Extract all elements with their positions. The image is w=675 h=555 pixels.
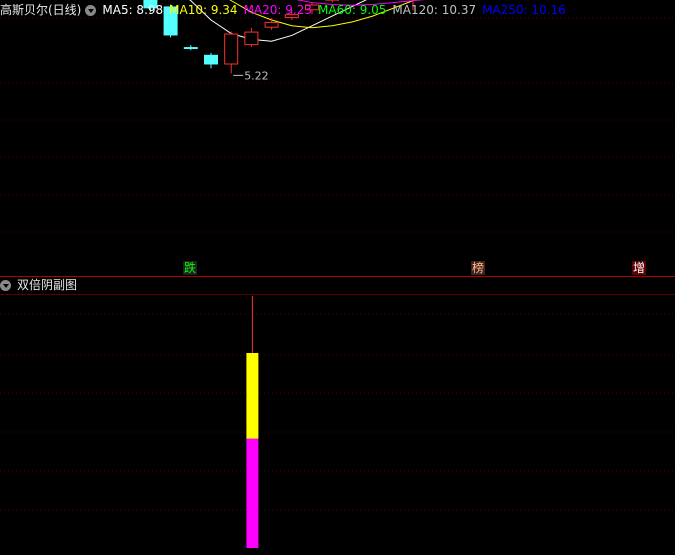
collapse-toggle-icon[interactable]	[85, 4, 97, 16]
sub-indicator-bar-top	[246, 353, 259, 439]
ma250-legend: MA250: 10.16	[482, 3, 566, 17]
ma10-legend: MA10: 9.34	[169, 3, 238, 17]
main-panel-title: 高斯贝尔(日线)	[0, 3, 82, 17]
candle-down	[204, 54, 218, 65]
signal-marker-die[interactable]: 跌	[183, 261, 198, 275]
sub-panel-header: 双倍阴副图	[0, 276, 83, 294]
candle-up	[264, 21, 279, 28]
signal-marker-bang[interactable]: 榜	[471, 261, 486, 275]
ma60-legend: MA60: 9.05	[318, 3, 387, 17]
ma20-legend: MA20: 9.23	[243, 3, 312, 17]
collapse-toggle-icon[interactable]	[0, 279, 11, 291]
sub-panel-title: 双倍阴副图	[17, 278, 78, 292]
ma5-legend: MA5: 8.98	[102, 3, 164, 17]
candle-up	[244, 31, 259, 46]
main-panel-header: 高斯贝尔(日线) MA5: 8.98 MA10: 9.34 MA20: 9.23…	[0, 1, 572, 19]
low-price-label: 5.22	[244, 69, 269, 82]
sub-indicator-bar-bottom	[246, 438, 259, 548]
candle-down	[183, 47, 198, 50]
ma120-legend: MA120: 10.37	[392, 3, 477, 17]
kline-chart: 11.475.22	[0, 0, 675, 548]
signal-marker-zeng[interactable]: 增	[632, 261, 647, 275]
candle-up	[224, 33, 239, 65]
